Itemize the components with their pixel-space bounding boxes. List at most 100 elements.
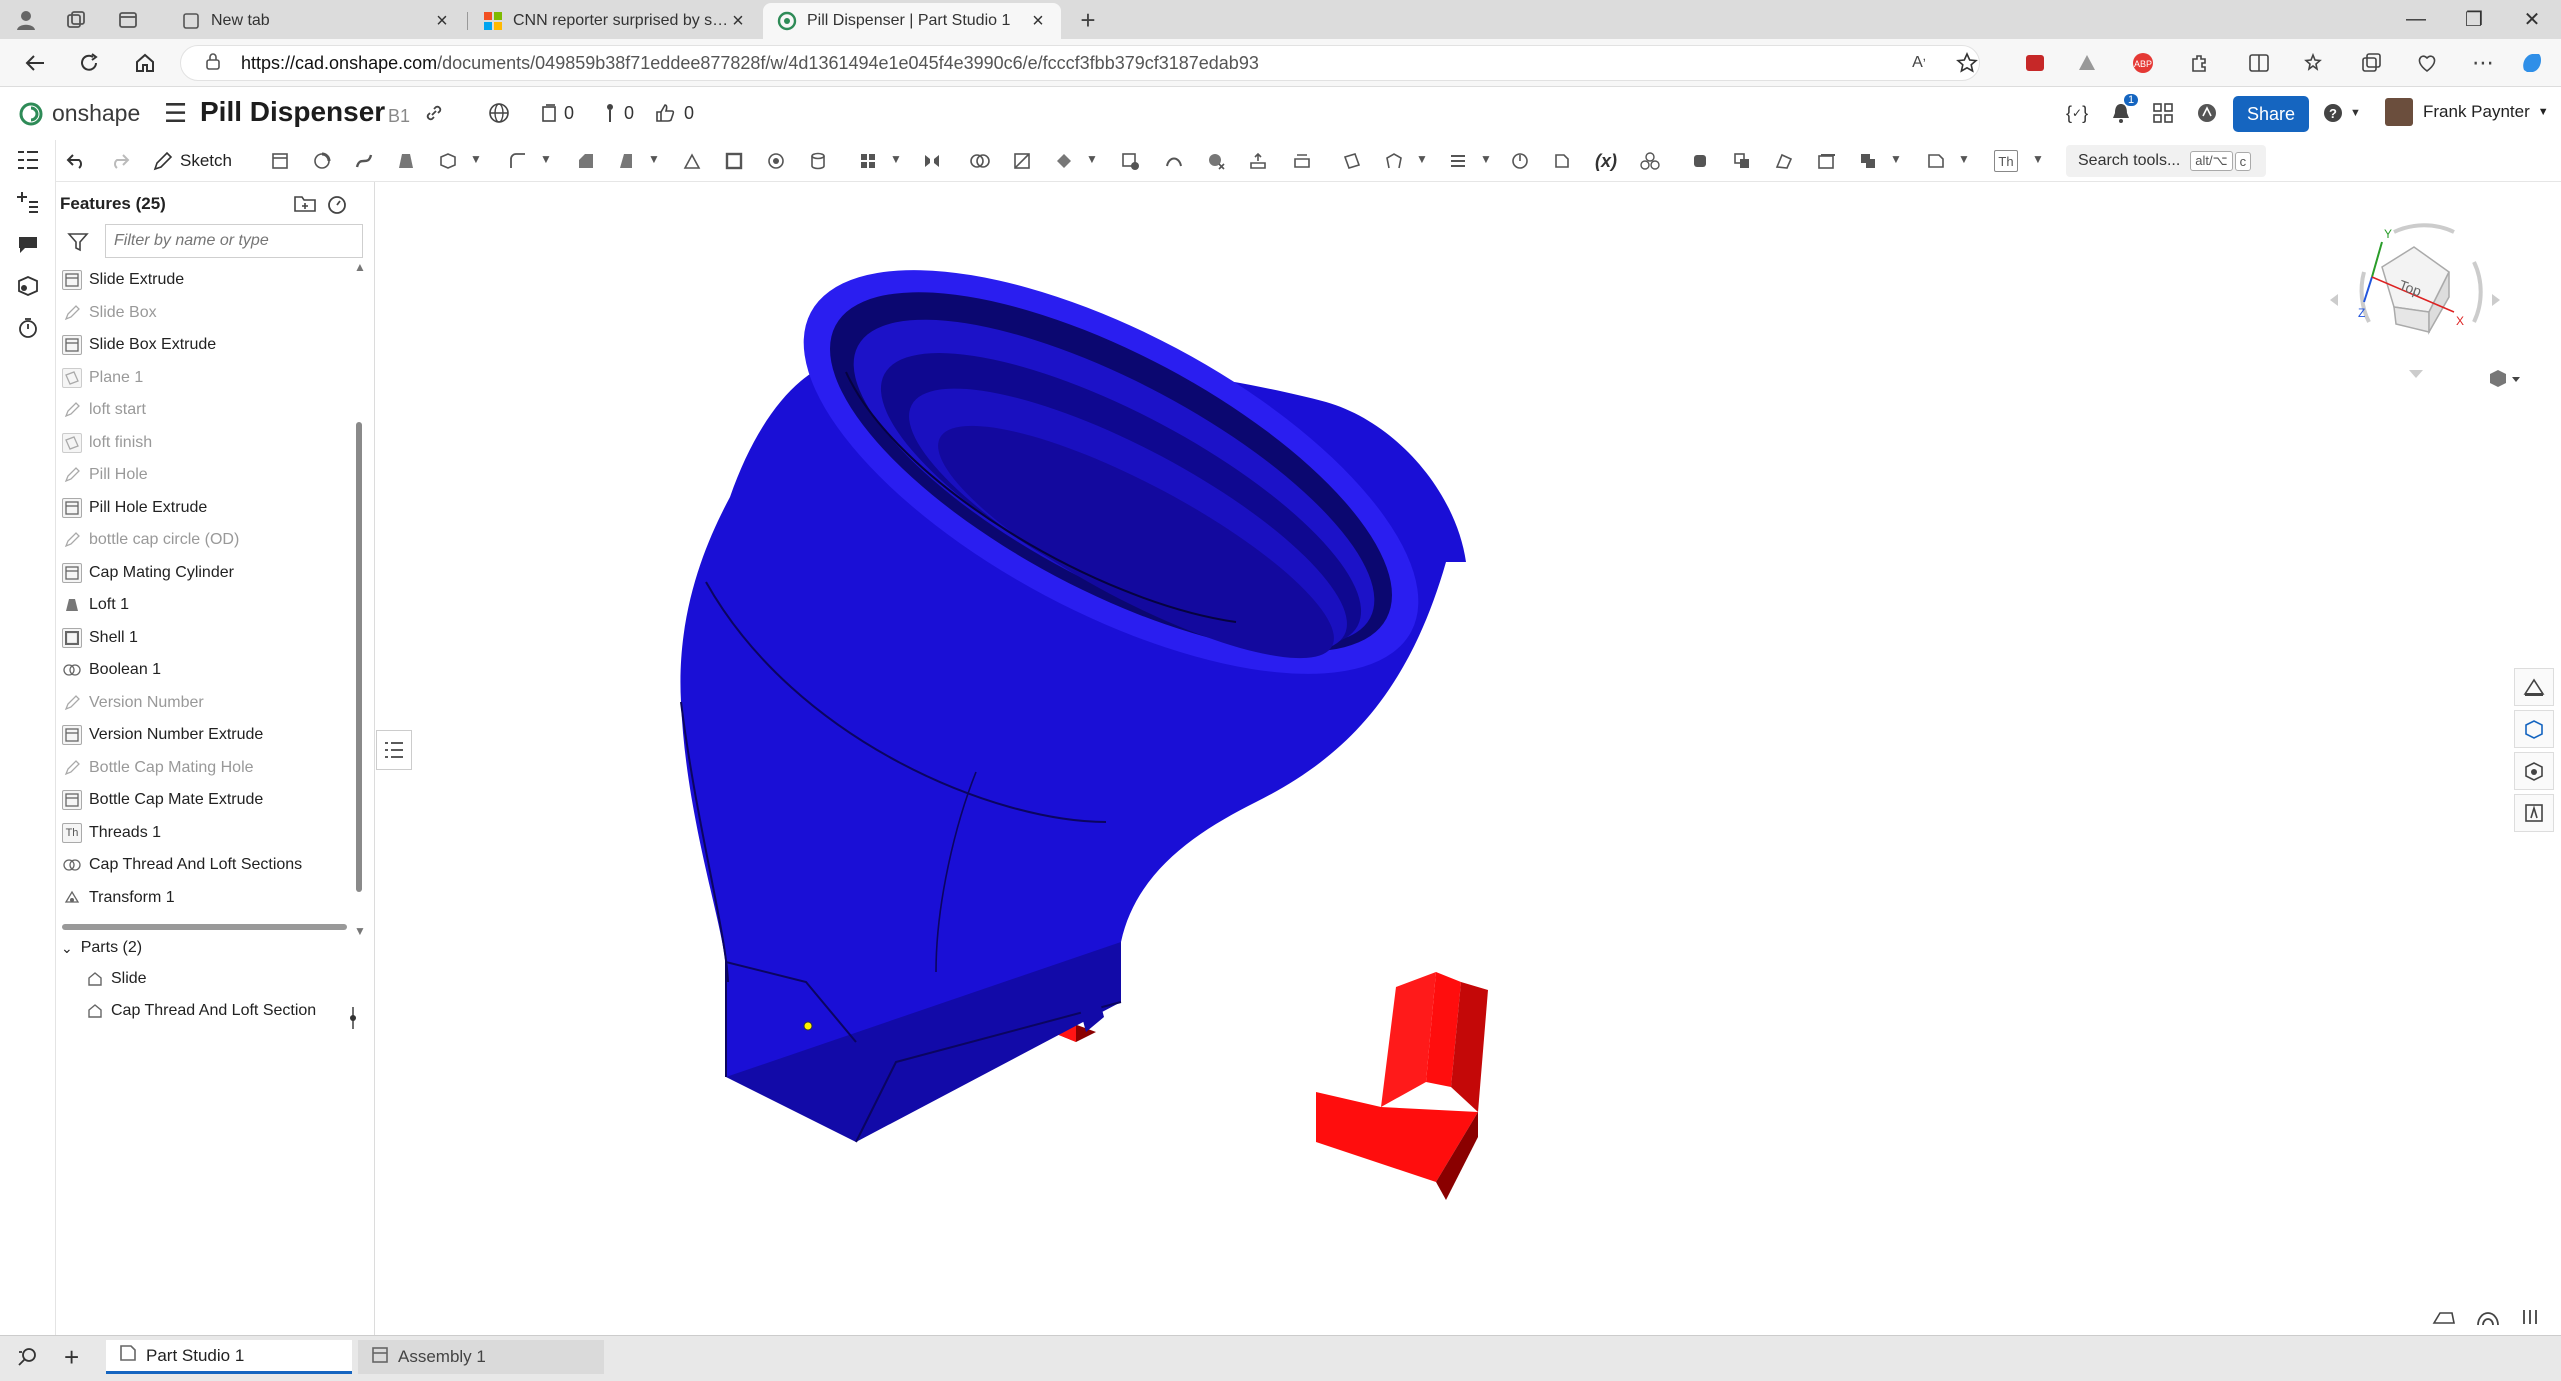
feature-item[interactable]: Pill Hole (57, 459, 353, 492)
more-options-icon[interactable]: ⋯ (2468, 49, 2498, 77)
insert-icon[interactable] (14, 188, 42, 216)
sweep-icon[interactable] (350, 148, 378, 174)
read-aloud-icon[interactable]: Aʼ (1904, 49, 1934, 77)
chevron-down-icon[interactable]: ▼ (1480, 152, 1492, 166)
extrude-icon[interactable] (266, 148, 294, 174)
appearance-panel-icon[interactable] (2514, 668, 2554, 706)
view-cube[interactable]: Top Y X Z (2324, 202, 2504, 382)
close-window-button[interactable]: ✕ (2502, 0, 2561, 39)
feature-item[interactable]: Cap Thread And Loft Sections (57, 849, 353, 882)
refresh-icon[interactable] (74, 49, 104, 77)
shell-icon[interactable] (720, 148, 748, 174)
rollback-handle-icon[interactable] (348, 1007, 356, 1035)
custom-feature-1-icon[interactable] (1686, 148, 1714, 174)
onshape-logo[interactable]: onshape (18, 100, 140, 127)
adblock-icon[interactable]: ABP (2128, 49, 2158, 77)
replace-face-icon[interactable] (1288, 148, 1316, 174)
lock-icon[interactable] (205, 52, 221, 75)
variables-braces-icon[interactable]: {✓} (2066, 98, 2088, 128)
feature-item[interactable]: Bottle Cap Mating Hole (57, 752, 353, 785)
scroll-up-icon[interactable]: ▲ (354, 260, 366, 274)
variable-icon[interactable]: (x) (1592, 148, 1620, 174)
feature-item[interactable]: Bottle Cap Mate Extrude (57, 784, 353, 817)
model-render[interactable] (376, 182, 2561, 1335)
extensions-puzzle-icon[interactable] (2184, 49, 2214, 77)
rib-icon[interactable] (678, 148, 706, 174)
home-icon[interactable] (130, 49, 160, 77)
help-icon[interactable]: ? ▼ (2322, 98, 2361, 128)
feature-item[interactable]: Boolean 1 (57, 654, 353, 687)
mass-properties-icon[interactable] (2514, 752, 2554, 790)
public-globe-icon[interactable] (488, 98, 510, 128)
chamfer-icon[interactable] (572, 148, 600, 174)
draft-icon[interactable] (612, 148, 640, 174)
branches-counter[interactable]: 0 (604, 98, 634, 128)
close-icon[interactable]: × (729, 10, 747, 33)
boolean-icon[interactable] (966, 148, 994, 174)
custom-feature-2-icon[interactable] (1728, 148, 1756, 174)
close-icon[interactable]: × (433, 10, 451, 33)
feature-item[interactable]: Shell 1 (57, 622, 353, 655)
move-face-icon[interactable] (1244, 148, 1272, 174)
custom-feature-5-icon[interactable] (1854, 148, 1882, 174)
transform-icon[interactable] (1050, 148, 1078, 174)
cube-explode-icon[interactable] (1636, 148, 1664, 174)
modify-fillet-icon[interactable] (1160, 148, 1188, 174)
custom-features-panel-icon[interactable] (2514, 794, 2554, 832)
feature-item[interactable]: Version Number Extrude (57, 719, 353, 752)
favorites-icon[interactable] (2300, 49, 2330, 77)
expand-feature-panel-button[interactable] (376, 730, 412, 770)
hamburger-menu-icon[interactable]: ☰ (164, 98, 187, 128)
comments-icon[interactable] (14, 230, 42, 258)
feature-item[interactable]: Slide Box Extrude (57, 329, 353, 362)
feature-item[interactable]: Version Number (57, 687, 353, 720)
section-tools-icon[interactable] (2520, 1307, 2540, 1333)
timer-icon[interactable] (14, 314, 42, 342)
scrollbar-thumb[interactable] (356, 422, 362, 892)
user-menu[interactable]: Frank Paynter ▼ (2385, 98, 2549, 126)
custom-feature-3-icon[interactable] (1770, 148, 1798, 174)
cap-thread-and-loft-part[interactable] (680, 189, 1476, 1143)
parts-cube-icon[interactable] (14, 272, 42, 300)
perspective-icon[interactable] (2476, 1307, 2500, 1333)
chevron-down-icon[interactable]: ▼ (1416, 152, 1428, 166)
split-icon[interactable] (1008, 148, 1036, 174)
new-tab-button[interactable]: + (1074, 5, 1102, 35)
sketch-button[interactable]: Sketch (152, 148, 232, 174)
rollback-timer-icon[interactable] (325, 192, 349, 221)
search-tools-input[interactable]: Search tools... alt/⌥ c (2066, 145, 2266, 177)
feature-item[interactable]: Slide Box (57, 297, 353, 330)
browser-essentials-icon[interactable] (2412, 49, 2442, 77)
likes-counter[interactable]: 0 (654, 98, 694, 128)
plane-icon[interactable] (1338, 148, 1366, 174)
slide-part-right[interactable] (1316, 972, 1488, 1200)
feature-item[interactable]: Th Threads 1 (57, 817, 353, 850)
browser-tab-new-tab[interactable]: New tab × (167, 3, 465, 39)
search-tabs-icon[interactable] (16, 1346, 40, 1373)
hole-icon[interactable] (762, 148, 790, 174)
chevron-down-icon[interactable]: ▼ (2032, 152, 2044, 166)
minimize-button[interactable]: — (2386, 0, 2446, 39)
graphics-viewport[interactable]: Top Y X Z (376, 182, 2561, 1335)
custom-feature-6-icon[interactable] (1922, 148, 1950, 174)
copilot-icon[interactable] (2516, 47, 2548, 79)
thread-feature-icon[interactable]: Th (1994, 150, 2018, 172)
feature-item[interactable]: bottle cap circle (OD) (57, 524, 353, 557)
notifications-bell-icon[interactable]: 1 (2110, 94, 2139, 128)
custom-feature-4-icon[interactable] (1812, 148, 1840, 174)
link-icon[interactable] (424, 98, 444, 128)
add-element-plus-icon[interactable]: + (64, 1342, 79, 1373)
section-view-icon[interactable] (1548, 148, 1576, 174)
browser-tab-cnn[interactable]: CNN reporter surprised by size o × (469, 3, 761, 39)
feature-item[interactable]: Plane 1 (57, 362, 353, 395)
add-folder-icon[interactable] (293, 192, 317, 219)
extension-triangle-icon[interactable] (2072, 49, 2102, 77)
browser-tab-pill-dispenser[interactable]: Pill Dispenser | Part Studio 1 × (763, 3, 1061, 39)
split-screen-icon[interactable] (2244, 49, 2274, 77)
mate-connector-icon[interactable] (1380, 148, 1408, 174)
feature-list-scrollbar[interactable]: ▲ ▼ (354, 260, 366, 938)
feature-item[interactable]: Transform 1 (57, 882, 353, 915)
scroll-down-icon[interactable]: ▼ (354, 924, 366, 938)
close-icon[interactable]: × (1029, 10, 1047, 33)
thicken-icon[interactable] (434, 148, 462, 174)
